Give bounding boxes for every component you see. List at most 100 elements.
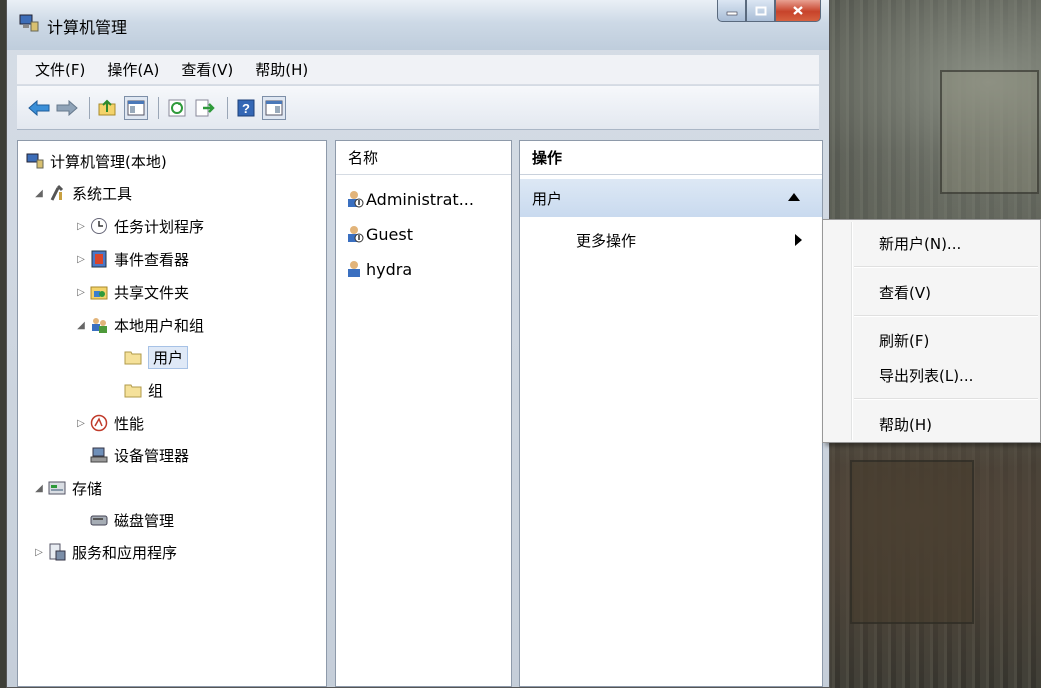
shared-folder-icon <box>90 286 108 300</box>
menu-item-help[interactable]: 帮助(H) <box>879 414 932 435</box>
disabled-user-icon <box>348 226 364 243</box>
menu-separator <box>854 315 1038 317</box>
menu-action[interactable]: 操作(A) <box>107 59 159 80</box>
tree-item-storage[interactable]: ◢ 存储 <box>32 476 102 500</box>
tree-label: 设备管理器 <box>114 446 190 465</box>
toolbar-separator <box>158 96 159 119</box>
maximize-button[interactable] <box>746 0 775 22</box>
expand-arrow-icon[interactable]: ▷ <box>32 547 46 558</box>
computer-management-icon <box>26 153 44 169</box>
tree-label: 计算机管理(本地) <box>50 152 167 171</box>
column-header-label: 名称 <box>348 149 379 167</box>
menu-file[interactable]: 文件(F) <box>35 59 85 80</box>
actions-header: 操作 <box>520 141 822 175</box>
tree-item-root[interactable]: 计算机管理(本地) <box>24 149 167 173</box>
tree-item-disk-management[interactable]: 磁盘管理 <box>88 508 174 532</box>
refresh-button[interactable] <box>165 96 189 120</box>
column-header-name[interactable]: 名称 <box>336 141 511 175</box>
list-item[interactable]: Administrat... <box>346 187 474 211</box>
show-hide-tree-button[interactable] <box>124 95 148 120</box>
folder-icon <box>124 384 142 398</box>
expand-arrow-icon[interactable]: ▷ <box>74 254 88 265</box>
clock-icon <box>91 218 107 234</box>
refresh-icon <box>168 99 186 116</box>
toolbar-separator <box>89 96 90 119</box>
list-item[interactable]: hydra <box>346 257 412 281</box>
computer-management-window: 计算机管理 文件(F) 操作(A) 查看(V) 帮助(H) ? 计算机管理(本地… <box>6 0 830 688</box>
menu-item-refresh[interactable]: 刷新(F) <box>879 330 929 351</box>
close-button[interactable] <box>775 0 821 22</box>
tree-item-groups[interactable]: 组 <box>122 378 163 402</box>
back-button[interactable] <box>27 96 51 120</box>
tree-item-event-viewer[interactable]: ▷ 事件查看器 <box>74 247 189 271</box>
tree-label: 系统工具 <box>72 184 133 203</box>
collapse-arrow-icon[interactable]: ◢ <box>32 188 46 199</box>
toolbar: ? <box>17 86 819 130</box>
tree-item-users[interactable]: 用户 <box>122 345 189 369</box>
minimize-button[interactable] <box>717 0 746 22</box>
expand-arrow-icon[interactable]: ▷ <box>74 287 88 298</box>
collapse-triangle-icon[interactable] <box>788 193 800 201</box>
export-list-button[interactable] <box>193 96 217 120</box>
user-name: Administrat... <box>366 189 474 209</box>
menu-bar: 文件(F) 操作(A) 查看(V) 帮助(H) <box>17 55 819 85</box>
desktop-wallpaper-detail <box>940 70 1039 194</box>
menu-separator <box>854 398 1038 400</box>
console-tree-pane: 计算机管理(本地) ◢ 系统工具 ▷ 任务计划程序 ▷ 事件查看器 ▷ 共享文件… <box>17 140 327 687</box>
event-viewer-icon <box>91 250 107 268</box>
results-pane: 名称 Administrat... Guest hydra <box>335 140 512 687</box>
menu-help[interactable]: 帮助(H) <box>255 59 308 80</box>
folder-icon <box>124 351 142 365</box>
list-item[interactable]: Guest <box>346 222 413 246</box>
actions-section-label: 用户 <box>532 189 563 208</box>
title-bar[interactable]: 计算机管理 <box>7 0 829 50</box>
toolbar-separator <box>227 96 228 119</box>
menu-view[interactable]: 查看(V) <box>181 59 233 80</box>
actions-section-users[interactable]: 用户 <box>520 179 822 217</box>
submenu-arrow-icon <box>795 234 802 246</box>
tree-item-services-apps[interactable]: ▷ 服务和应用程序 <box>32 540 177 564</box>
tree-item-device-manager[interactable]: 设备管理器 <box>88 443 189 467</box>
tree-item-system-tools[interactable]: ◢ 系统工具 <box>32 181 132 205</box>
forward-button[interactable] <box>55 96 79 120</box>
expand-arrow-icon[interactable]: ▷ <box>74 418 88 429</box>
menu-separator <box>854 266 1038 268</box>
disk-icon <box>90 515 108 526</box>
tree-item-task-scheduler[interactable]: ▷ 任务计划程序 <box>74 214 204 238</box>
expand-arrow-icon[interactable]: ▷ <box>74 221 88 232</box>
tree-item-performance[interactable]: ▷ 性能 <box>74 411 144 435</box>
device-manager-icon <box>90 447 108 463</box>
up-level-button[interactable] <box>96 96 120 120</box>
menu-item-view[interactable]: 查看(V) <box>879 282 931 303</box>
folder-up-icon <box>98 99 116 115</box>
menu-item-new-user[interactable]: 新用户(N)... <box>879 233 961 254</box>
action-pane-icon <box>265 100 283 115</box>
forward-arrow-icon <box>56 99 78 116</box>
show-hide-action-pane-button[interactable] <box>262 95 286 120</box>
actions-pane: 操作 用户 更多操作 <box>519 140 823 687</box>
services-icon <box>49 543 66 561</box>
menu-item-export-list[interactable]: 导出列表(L)... <box>879 365 973 386</box>
desktop-wallpaper-detail <box>850 460 974 624</box>
collapse-arrow-icon[interactable]: ◢ <box>32 483 46 494</box>
more-actions-label: 更多操作 <box>576 231 637 250</box>
tree-item-shared-folders[interactable]: ▷ 共享文件夹 <box>74 280 189 304</box>
window-controls <box>717 0 821 22</box>
user-name: hydra <box>366 259 413 279</box>
tools-icon <box>50 184 64 201</box>
help-button[interactable]: ? <box>234 96 258 120</box>
tree-label: 任务计划程序 <box>114 217 205 236</box>
user-icon <box>348 261 360 277</box>
more-actions-item[interactable]: 更多操作 <box>520 225 822 255</box>
export-list-icon <box>195 99 215 116</box>
performance-icon <box>90 414 108 432</box>
user-name: Guest <box>366 224 413 244</box>
tree-item-local-users-groups[interactable]: ◢ 本地用户和组 <box>74 313 204 337</box>
maximize-icon <box>755 6 766 15</box>
actions-header-label: 操作 <box>532 149 563 167</box>
collapse-arrow-icon[interactable]: ◢ <box>74 320 88 331</box>
tree-label: 磁盘管理 <box>114 511 175 530</box>
storage-icon <box>48 481 66 495</box>
more-actions-submenu: 新用户(N)... 查看(V) 刷新(F) 导出列表(L)... 帮助(H) <box>822 219 1041 443</box>
tree-label: 共享文件夹 <box>114 283 190 302</box>
